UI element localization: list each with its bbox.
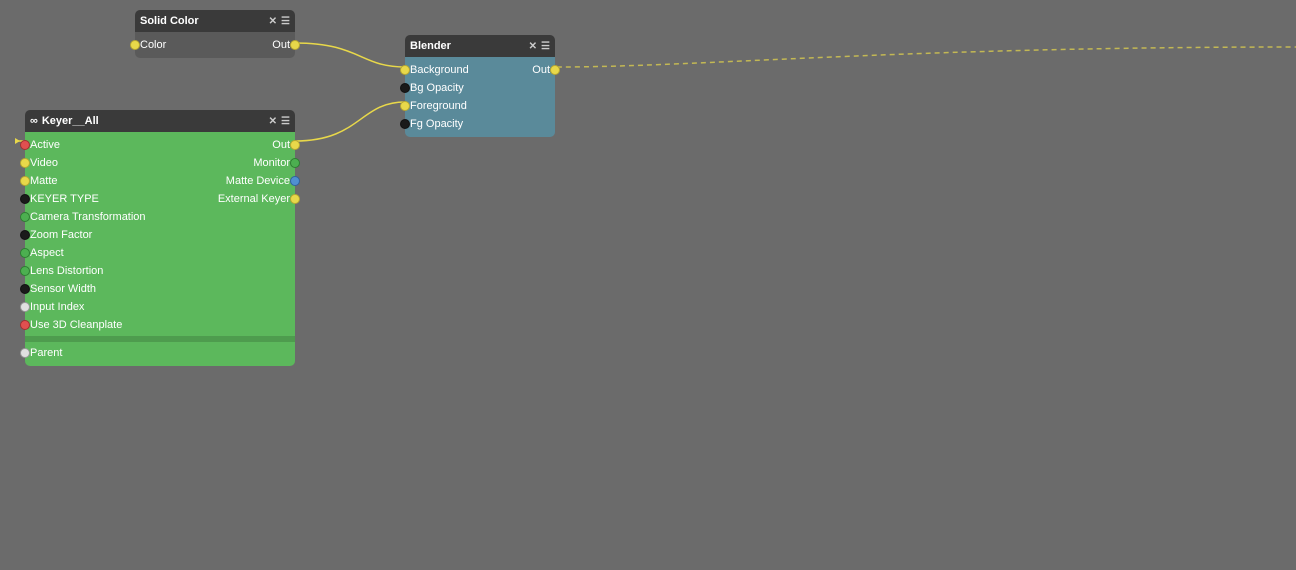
keyer-input-index-in-port[interactable] [20, 302, 30, 312]
keyer-matte-device-label: Matte Device [226, 175, 290, 187]
solid-color-out-port[interactable] [290, 40, 300, 50]
keyer-external-keyer-port[interactable] [290, 194, 300, 204]
keyer-video-label: Video [30, 157, 58, 169]
solid-color-color-port[interactable] [130, 40, 140, 50]
blender-background-label: Background [410, 64, 469, 76]
keyer-type-label: KEYER TYPE [30, 193, 99, 205]
keyer-row-matte: Matte Matte Device [25, 172, 295, 190]
keyer-sensor-label: Sensor Width [30, 283, 96, 295]
keyer-lens-in-port[interactable] [20, 266, 30, 276]
keyer-aspect-in-port[interactable] [20, 248, 30, 258]
blender-row-fg-opacity: Fg Opacity [405, 115, 555, 133]
keyer-camera-label: Camera Transformation [30, 211, 146, 223]
keyer-camera-in-port[interactable] [20, 212, 30, 222]
keyer-video-in-port[interactable] [20, 158, 30, 168]
keyer-divider [25, 336, 295, 342]
keyer-row-active: Active Out [25, 136, 295, 154]
keyer-header: ∞ Keyer__All ✕ ☰ [25, 110, 295, 132]
blender-bg-opacity-label: Bg Opacity [410, 82, 464, 94]
keyer-close-icon[interactable]: ✕ [269, 116, 277, 127]
blender-out-label: Out [532, 64, 550, 76]
keyer-row-aspect: Aspect [25, 244, 295, 262]
keyer-cleanplate-in-port[interactable] [20, 320, 30, 330]
keyer-monitor-port[interactable] [290, 158, 300, 168]
keyer-row-lens: Lens Distortion [25, 262, 295, 280]
blender-row-bg-opacity: Bg Opacity [405, 79, 555, 97]
keyer-aspect-label: Aspect [30, 247, 64, 259]
keyer-row-camera: Camera Transformation [25, 208, 295, 226]
solid-color-body: Color Out [135, 32, 295, 58]
blender-foreground-in-port[interactable] [400, 101, 410, 111]
keyer-matte-label: Matte [30, 175, 58, 187]
keyer-link-icon: ∞ [30, 115, 38, 127]
keyer-row-sensor: Sensor Width [25, 280, 295, 298]
blender-row-background: Background Out [405, 61, 555, 79]
keyer-external-keyer-label: External Keyer [218, 193, 290, 205]
solid-color-header: Solid Color ✕ ☰ [135, 10, 295, 32]
keyer-matte-device-port[interactable] [290, 176, 300, 186]
keyer-type-in-port[interactable] [20, 194, 30, 204]
blender-node: Blender ✕ ☰ Background Out Bg Opacity Fo… [405, 35, 555, 137]
keyer-active-in-port[interactable] [20, 140, 30, 150]
keyer-title: Keyer__All [42, 115, 99, 127]
keyer-row-video: Video Monitor [25, 154, 295, 172]
keyer-body: Active Out Video Monitor Matte Matte Dev… [25, 132, 295, 366]
blender-title: Blender [410, 40, 451, 52]
keyer-node: ∞ Keyer__All ✕ ☰ Active Out Video Monito… [25, 110, 295, 366]
blender-body: Background Out Bg Opacity Foreground Fg … [405, 57, 555, 137]
blender-menu-icon[interactable]: ☰ [541, 41, 550, 52]
keyer-parent-label: Parent [30, 347, 62, 359]
solid-color-node: Solid Color ✕ ☰ Color Out [135, 10, 295, 58]
solid-color-color-label: Color [140, 39, 166, 51]
keyer-cleanplate-label: Use 3D Cleanplate [30, 319, 122, 331]
blender-bg-opacity-in-port[interactable] [400, 83, 410, 93]
keyer-matte-in-port[interactable] [20, 176, 30, 186]
keyer-zoom-in-port[interactable] [20, 230, 30, 240]
keyer-zoom-label: Zoom Factor [30, 229, 92, 241]
blender-row-foreground: Foreground [405, 97, 555, 115]
keyer-sensor-in-port[interactable] [20, 284, 30, 294]
keyer-row-zoom: Zoom Factor [25, 226, 295, 244]
keyer-input-index-label: Input Index [30, 301, 84, 313]
blender-out-port[interactable] [550, 65, 560, 75]
keyer-row-parent: Parent [25, 344, 295, 362]
keyer-parent-in-port[interactable] [20, 348, 30, 358]
solid-color-out-label: Out [272, 39, 290, 51]
keyer-row-keyer-type: KEYER TYPE External Keyer [25, 190, 295, 208]
blender-close-icon[interactable]: ✕ [529, 41, 537, 52]
blender-header: Blender ✕ ☰ [405, 35, 555, 57]
blender-fg-opacity-label: Fg Opacity [410, 118, 463, 130]
keyer-out-port[interactable] [290, 140, 300, 150]
solid-color-menu-icon[interactable]: ☰ [281, 16, 290, 27]
blender-background-in-port[interactable] [400, 65, 410, 75]
keyer-lens-label: Lens Distortion [30, 265, 103, 277]
keyer-active-label: Active [30, 139, 60, 151]
solid-color-row-color: Color Out [135, 36, 295, 54]
keyer-monitor-label: Monitor [253, 157, 290, 169]
keyer-out-label: Out [272, 139, 290, 151]
blender-foreground-label: Foreground [410, 100, 467, 112]
keyer-row-cleanplate: Use 3D Cleanplate [25, 316, 295, 334]
solid-color-title: Solid Color [140, 15, 199, 27]
keyer-menu-icon[interactable]: ☰ [281, 116, 290, 127]
blender-fg-opacity-in-port[interactable] [400, 119, 410, 129]
keyer-row-input-index: Input Index [25, 298, 295, 316]
solid-color-close-icon[interactable]: ✕ [269, 16, 277, 27]
